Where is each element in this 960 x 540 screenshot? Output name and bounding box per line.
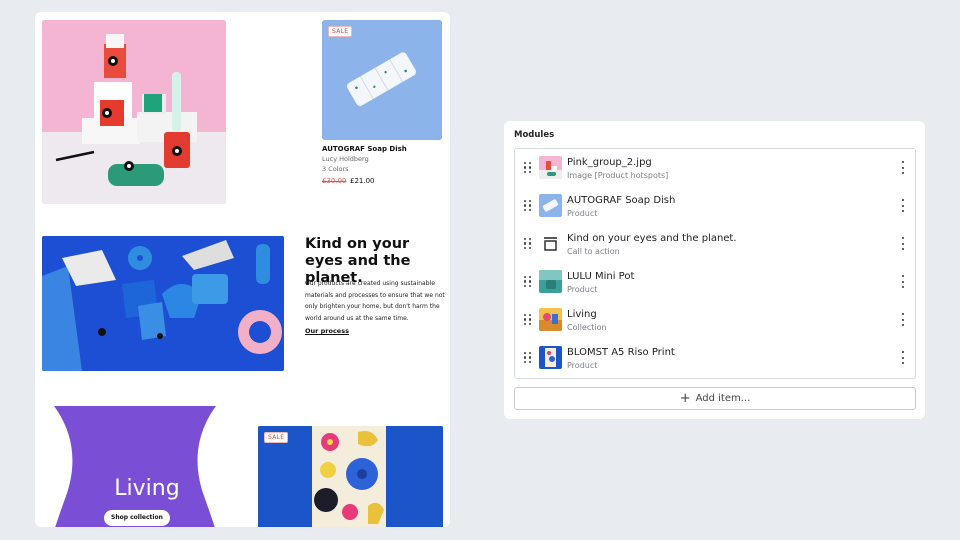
collection-title: Living: [114, 476, 180, 501]
modules-panel: Modules Pink_group_2.jpg Image [Product …: [504, 121, 925, 419]
plus-icon: +: [679, 391, 691, 406]
more-options-icon[interactable]: [901, 351, 905, 365]
item-type: Call to action: [567, 247, 620, 256]
product-thumbnail: [539, 194, 562, 217]
list-item[interactable]: BLOMST A5 Riso Print Product: [515, 339, 915, 377]
collection-thumbnail: [539, 308, 562, 331]
drag-handle-icon[interactable]: [524, 352, 532, 363]
image-thumbnail: [539, 156, 562, 179]
item-type: Product: [567, 285, 598, 294]
item-label: BLOMST A5 Riso Print: [567, 347, 675, 358]
shop-collection-button[interactable]: Shop collection: [104, 510, 170, 526]
item-type: Product: [567, 361, 598, 370]
product-title[interactable]: AUTOGRAF Soap Dish: [322, 145, 407, 153]
cta-body: Our products are created using sustainab…: [305, 280, 445, 322]
list-item[interactable]: Pink_group_2.jpg Image [Product hotspots…: [515, 149, 915, 187]
drag-handle-icon[interactable]: [524, 276, 532, 287]
product-thumbnail: [539, 270, 562, 293]
item-type: Product: [567, 209, 598, 218]
call-to-action-icon: [539, 232, 562, 255]
add-item-label: Add item...: [695, 393, 751, 404]
product-price: £21.00: [350, 177, 375, 185]
item-label: Living: [567, 309, 597, 320]
print-product-image[interactable]: SALE: [258, 426, 443, 527]
modules-list: Pink_group_2.jpg Image [Product hotspots…: [514, 148, 916, 379]
item-label: LULU Mini Pot: [567, 271, 635, 282]
product-thumbnail: [539, 346, 562, 369]
collection-image[interactable]: [42, 406, 247, 527]
more-options-icon[interactable]: [901, 275, 905, 289]
drag-handle-icon[interactable]: [524, 200, 532, 211]
list-item[interactable]: Kind on your eyes and the planet. Call t…: [515, 225, 915, 263]
cta-link[interactable]: Our process: [305, 327, 349, 335]
sale-badge: SALE: [264, 432, 289, 443]
more-options-icon[interactable]: [901, 313, 905, 327]
item-type: Collection: [567, 323, 607, 332]
hero-image[interactable]: [42, 20, 226, 204]
product-vendor: Lucy Holdberg: [322, 155, 369, 163]
item-label: Kind on your eyes and the planet.: [567, 233, 737, 244]
add-item-button[interactable]: + Add item...: [514, 387, 916, 410]
product-image[interactable]: SALE: [322, 20, 442, 140]
list-item[interactable]: AUTOGRAF Soap Dish Product: [515, 187, 915, 225]
item-label: AUTOGRAF Soap Dish: [567, 195, 676, 206]
sale-badge: SALE: [328, 26, 353, 37]
modules-heading: Modules: [514, 130, 555, 140]
more-options-icon[interactable]: [901, 161, 905, 175]
cta-image: [42, 236, 284, 371]
more-options-icon[interactable]: [901, 237, 905, 251]
drag-handle-icon[interactable]: [524, 162, 532, 173]
more-options-icon[interactable]: [901, 199, 905, 213]
drag-handle-icon[interactable]: [524, 238, 532, 249]
page-preview: SALE AUTOGRAF Soap Dish Lucy Holdberg 3 …: [35, 12, 450, 527]
drag-handle-icon[interactable]: [524, 314, 532, 325]
item-label: Pink_group_2.jpg: [567, 157, 652, 168]
list-item[interactable]: Living Collection: [515, 301, 915, 339]
item-type: Image [Product hotspots]: [567, 171, 669, 180]
product-old-price: £30.00: [322, 177, 347, 185]
list-item[interactable]: LULU Mini Pot Product: [515, 263, 915, 301]
product-colors: 3 Colors: [322, 165, 349, 173]
